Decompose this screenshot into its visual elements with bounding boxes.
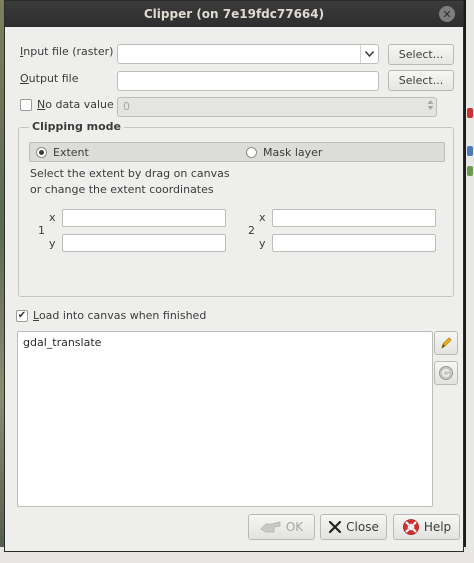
output-file-label: Output file — [20, 72, 79, 85]
extent-instructions: Select the extent by drag on canvas or c… — [30, 166, 230, 198]
instructions-line-1: Select the extent by drag on canvas — [30, 167, 230, 180]
reset-command-button[interactable] — [434, 361, 458, 385]
input-file-combo[interactable] — [117, 44, 379, 64]
title-bar[interactable]: Clipper (on 7e19fdc77664) ✕ — [5, 1, 463, 27]
clipper-dialog: Clipper (on 7e19fdc77664) ✕ Input file (… — [4, 0, 464, 552]
mask-layer-radio[interactable] — [246, 147, 257, 158]
point-1-y-input[interactable] — [62, 234, 226, 252]
mask-layer-label: Mask layer — [263, 146, 323, 159]
load-into-canvas-row: ✔ Load into canvas when finished — [16, 309, 206, 322]
mode-option-extent[interactable]: Extent — [36, 146, 89, 159]
output-file-input[interactable] — [117, 71, 379, 91]
no-data-value: 0 — [123, 100, 130, 113]
no-data-checkbox[interactable] — [20, 98, 32, 111]
edit-command-button[interactable] — [434, 331, 458, 355]
no-data-label[interactable]: No data value — [37, 98, 114, 111]
close-button[interactable]: Close — [320, 514, 387, 540]
clipping-mode-title: Clipping mode — [29, 120, 125, 133]
load-into-canvas-label[interactable]: Load into canvas when finished — [33, 309, 206, 322]
help-label: Help — [423, 520, 452, 534]
chevron-down-icon[interactable] — [360, 45, 378, 63]
extent-label: Extent — [53, 146, 89, 159]
extent-radio[interactable] — [36, 147, 47, 158]
command-text: gdal_translate — [23, 336, 102, 349]
mode-option-mask-layer[interactable]: Mask layer — [246, 146, 322, 159]
background-mark — [467, 166, 473, 176]
pencil-icon — [441, 337, 452, 349]
output-file-select-button[interactable]: Select... — [388, 70, 454, 91]
window-title: Clipper (on 7e19fdc77664) — [143, 7, 325, 21]
no-data-row: No data value — [20, 98, 114, 111]
background-mark — [467, 108, 473, 118]
close-label: Close — [346, 520, 379, 534]
ok-button[interactable]: OK — [248, 514, 315, 540]
clipping-mode-selector: Extent Mask layer — [29, 142, 445, 162]
instructions-line-2: or change the extent coordinates — [30, 183, 214, 196]
point-1-x-input[interactable] — [62, 209, 226, 227]
point-1-y-label: y — [49, 237, 56, 250]
input-file-label: Input file (raster) — [20, 45, 114, 58]
input-file-select-button[interactable]: Select... — [388, 44, 454, 65]
spinbox-arrows[interactable] — [427, 99, 434, 111]
point-2-x-label: x — [259, 211, 266, 224]
spin-down-icon[interactable] — [427, 105, 434, 111]
point-1-index: 1 — [38, 224, 45, 237]
point-2-y-input[interactable] — [272, 234, 436, 252]
no-data-spinbox[interactable]: 0 — [117, 97, 437, 117]
background-panel-edge — [466, 0, 474, 563]
ok-hand-icon — [260, 521, 281, 533]
point-2-index: 2 — [248, 224, 255, 237]
command-text-area[interactable]: gdal_translate — [17, 331, 433, 507]
point-2-y-label: y — [259, 237, 266, 250]
background-mark — [467, 146, 473, 156]
reset-icon — [439, 366, 453, 380]
help-button[interactable]: Help — [393, 514, 460, 540]
close-x-icon — [329, 520, 342, 534]
point-1-x-label: x — [49, 211, 56, 224]
lifebuoy-icon — [402, 519, 419, 535]
window-close-button[interactable]: ✕ — [439, 6, 455, 22]
ok-label: OK — [285, 520, 304, 534]
load-into-canvas-checkbox[interactable]: ✔ — [16, 309, 28, 322]
point-2-x-input[interactable] — [272, 209, 436, 227]
